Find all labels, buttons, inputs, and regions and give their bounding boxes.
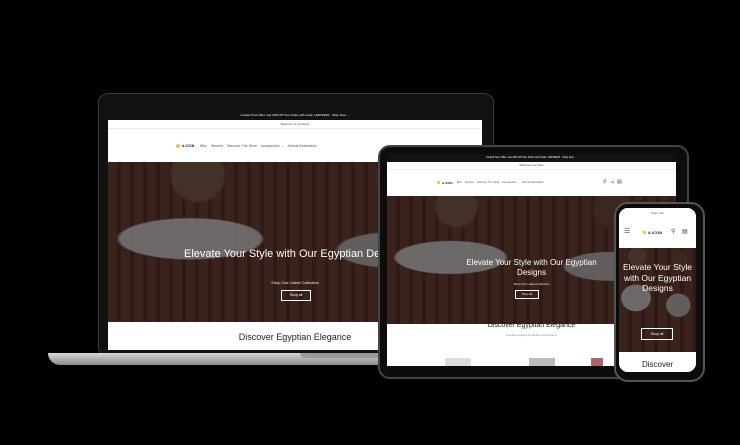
tablet-brand-logo[interactable]: & ICON [442,181,453,185]
welcome-bar: Welcome to our Store [108,120,482,129]
tablet-nav-item-men[interactable]: Men [457,181,462,184]
phone-hero-title: Elevate Your Style with Our Egyptian Des… [623,262,692,294]
tablet-nav-item-women[interactable]: Women [465,181,474,184]
tablet-announcement-bar[interactable]: Limited Time Offer: Get 20% Off Your Ord… [387,154,676,162]
cart-icon[interactable]: ▤ [617,179,622,185]
logo-icon [174,142,182,150]
phone-logo-icon [641,229,648,236]
phone-shop-all-button[interactable]: Shop all [641,328,673,340]
tablet-nav-item-accessories[interactable]: Accessories ⌄ [502,181,519,184]
nav-item-women[interactable]: Women [211,144,223,148]
tablet-main-nav: Men Women Discover The Store Accessories… [457,181,546,184]
announcement-bar[interactable]: Limited Time Offer: Get 20% Off Your Ord… [108,110,482,120]
laptop-notch [300,353,386,358]
main-nav: Men Women Discover The Store Accessories… [200,144,320,148]
nav-item-men[interactable]: Men [200,144,207,148]
phone-search-icon[interactable]: ⚲ [671,228,675,235]
shop-all-button[interactable]: Shop all [281,290,311,301]
tablet-nav-item-animal-destination[interactable]: Animal Destination [522,181,544,184]
search-icon[interactable]: ⚲ [603,179,607,185]
tablet-welcome-bar: Welcome to our Store [387,162,676,170]
tablet-shop-all-button[interactable]: Shop all [515,290,539,299]
phone-section-title: Discover [641,360,674,369]
phone-cart-icon[interactable]: ▤ [682,228,688,235]
nav-item-discover[interactable]: Discover The Store [227,144,257,148]
phone-hero-banner: Elevate Your Style with Our Egyptian Des… [619,248,696,352]
menu-icon[interactable]: ☰ [624,227,630,235]
account-icon[interactable]: ☺ [610,179,615,185]
nav-item-accessories[interactable]: Accessories ⌄ [261,144,284,148]
tablet-logo-icon [435,179,442,186]
phone-brand-logo[interactable]: & ICON [648,230,662,235]
product-thumb[interactable] [445,358,471,366]
phone-screen: Store Info ☰ & ICON ⚲ ▤ Elevate Your Sty… [619,208,696,372]
nav-item-animal-destination[interactable]: Animal Destination [288,144,317,148]
tablet-nav-item-discover[interactable]: Discover The Store [477,181,499,184]
product-thumb[interactable] [529,358,555,366]
product-thumb[interactable] [591,358,603,366]
brand-logo[interactable]: & ICON [182,144,194,148]
